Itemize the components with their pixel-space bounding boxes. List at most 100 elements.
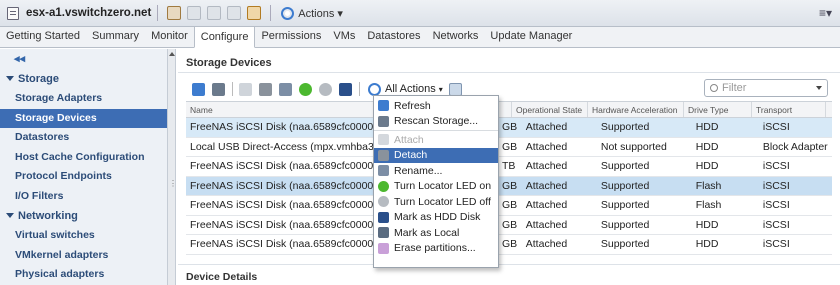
divider xyxy=(157,5,159,21)
detach-icon[interactable] xyxy=(259,82,272,96)
cell-hw-accel: Supported xyxy=(600,238,650,250)
menu-item-label: Mark as Local xyxy=(394,226,460,239)
col-operational-state[interactable]: Operational State xyxy=(512,102,588,117)
nav-group-label: Storage xyxy=(18,73,59,85)
power-off-icon[interactable] xyxy=(207,6,222,20)
tab-monitor[interactable]: Monitor xyxy=(145,27,194,47)
rescan-icon[interactable] xyxy=(212,82,225,96)
menu-separator xyxy=(374,130,498,131)
menu-item-refresh[interactable]: Refresh xyxy=(374,98,498,114)
nav-item-io-filters[interactable]: I/O Filters xyxy=(0,187,167,207)
cell-drive-type: Flash xyxy=(695,199,722,211)
cell-hw-accel: Supported xyxy=(600,121,650,133)
cell-drive-type: HDD xyxy=(695,238,719,250)
rename-icon xyxy=(378,165,389,177)
divider xyxy=(359,82,360,96)
led-off-icon[interactable] xyxy=(319,82,332,96)
nav-item-physical-adapters[interactable]: Physical adapters xyxy=(0,265,167,285)
export-icon[interactable] xyxy=(448,82,462,96)
menu-item-led-off[interactable]: Turn Locator LED off xyxy=(374,194,498,210)
cell-hw-accel: Supported xyxy=(600,160,650,172)
table-row[interactable]: FreeNAS iSCSI Disk (naa.6589cfc00000... … xyxy=(186,118,832,138)
col-transport[interactable]: Transport xyxy=(752,102,826,117)
divider xyxy=(178,72,840,73)
cell-capacity: TB xyxy=(502,160,516,172)
menu-item-label: Attach xyxy=(394,133,424,146)
all-actions-label: All Actions xyxy=(385,83,436,95)
divider xyxy=(178,264,840,265)
cell-capacity: GB xyxy=(502,140,518,153)
cell-op-state: Attached xyxy=(525,121,568,133)
table-row[interactable]: FreeNAS iSCSI Disk (naa.6589cfc00000... … xyxy=(186,216,832,235)
nav-item-datastores[interactable]: Datastores xyxy=(0,128,167,148)
tab-vms[interactable]: VMs xyxy=(327,27,361,47)
hdd-icon[interactable] xyxy=(339,82,352,96)
cell-transport: iSCSI xyxy=(762,121,790,133)
tab-summary[interactable]: Summary xyxy=(86,27,145,47)
scroll-up-icon[interactable] xyxy=(169,52,175,56)
col-hardware-acceleration[interactable]: Hardware Acceleration xyxy=(588,102,684,117)
rescan-icon xyxy=(378,115,389,127)
chevron-down-icon[interactable] xyxy=(816,86,822,90)
attach-icon[interactable] xyxy=(239,82,252,96)
nav-item-virtual-switches[interactable]: Virtual switches xyxy=(0,226,167,246)
actions-menu[interactable]: Actions ▾ xyxy=(281,6,343,20)
chevron-down-icon: ▾ xyxy=(438,84,443,94)
nav-group-storage[interactable]: Storage xyxy=(0,69,167,89)
led-on-icon[interactable] xyxy=(299,82,312,96)
table-row[interactable]: FreeNAS iSCSI Disk (naa.6589cfc00000... … xyxy=(186,157,832,177)
divider xyxy=(232,82,233,96)
nav-item-storage-adapters[interactable]: Storage Adapters xyxy=(0,89,167,109)
local-disk-icon xyxy=(378,227,389,239)
menu-item-mark-hdd[interactable]: Mark as HDD Disk xyxy=(374,210,498,226)
col-drive-type[interactable]: Drive Type xyxy=(684,102,752,117)
nav-item-vmkernel-adapters[interactable]: VMkernel adapters xyxy=(0,246,167,266)
cell-hw-accel: Not supported xyxy=(600,140,667,153)
tab-update-manager[interactable]: Update Manager xyxy=(484,27,578,47)
nav-item-storage-devices[interactable]: Storage Devices xyxy=(0,108,167,128)
list-menu-icon[interactable]: ≡▾ xyxy=(819,6,832,20)
tab-networks[interactable]: Networks xyxy=(427,27,485,47)
table-row[interactable]: Local USB Direct-Access (mpx.vmhba32... … xyxy=(186,138,832,157)
rename-icon[interactable] xyxy=(279,82,292,96)
menu-item-mark-local[interactable]: Mark as Local xyxy=(374,225,498,241)
tab-permissions[interactable]: Permissions xyxy=(255,27,327,47)
menu-item-erase-partitions[interactable]: Erase partitions... xyxy=(374,241,498,257)
nav-splitter[interactable]: ⋮ xyxy=(168,49,177,285)
table-row[interactable]: FreeNAS iSCSI Disk (naa.6589cfc00000... … xyxy=(186,235,832,255)
tab-configure[interactable]: Configure xyxy=(193,26,256,48)
search-icon xyxy=(710,84,718,92)
tab-getting-started[interactable]: Getting Started xyxy=(0,27,86,47)
menu-item-rescan-storage[interactable]: Rescan Storage... xyxy=(374,114,498,130)
nav-item-protocol-endpoints[interactable]: Protocol Endpoints xyxy=(0,167,167,187)
power-on-icon[interactable] xyxy=(187,6,202,20)
new-vm-icon[interactable] xyxy=(167,6,182,20)
collapse-nav-button[interactable]: ◂◂ xyxy=(0,49,167,69)
tab-datastores[interactable]: Datastores xyxy=(361,27,426,47)
menu-item-led-on[interactable]: Turn Locator LED on xyxy=(374,179,498,195)
table-row-selected[interactable]: FreeNAS iSCSI Disk (naa.6589cfc00000... … xyxy=(186,176,832,196)
chevron-down-icon xyxy=(6,76,14,81)
gear-icon xyxy=(368,82,381,96)
cell-drive-type: HDD xyxy=(695,121,719,133)
nav-group-networking[interactable]: Networking xyxy=(0,206,167,226)
menu-item-label: Erase partitions... xyxy=(394,242,476,255)
table-row[interactable]: FreeNAS iSCSI Disk (naa.6589cfc00000... … xyxy=(186,196,832,216)
menu-item-attach[interactable]: Attach xyxy=(374,132,498,148)
all-actions-menu: Refresh Rescan Storage... Attach Detach … xyxy=(373,95,499,268)
all-actions-button[interactable]: All Actions ▾ xyxy=(368,82,443,96)
menu-item-detach[interactable]: Detach xyxy=(374,147,498,163)
cell-op-state: Attached xyxy=(525,179,568,192)
menu-item-rename[interactable]: Rename... xyxy=(374,163,498,179)
nav-item-host-cache[interactable]: Host Cache Configuration xyxy=(0,148,167,168)
cell-op-state: Attached xyxy=(525,140,568,153)
filter-input[interactable]: Filter xyxy=(704,79,828,97)
cell-transport: iSCSI xyxy=(762,238,790,250)
grip-icon[interactable]: ⋮ xyxy=(169,179,177,188)
refresh-icon[interactable] xyxy=(192,82,205,96)
cell-capacity: GB xyxy=(502,121,518,133)
refresh-icon xyxy=(378,100,389,112)
host-icon xyxy=(7,6,19,20)
suspend-icon[interactable] xyxy=(227,6,242,20)
migrate-icon[interactable] xyxy=(247,6,262,20)
